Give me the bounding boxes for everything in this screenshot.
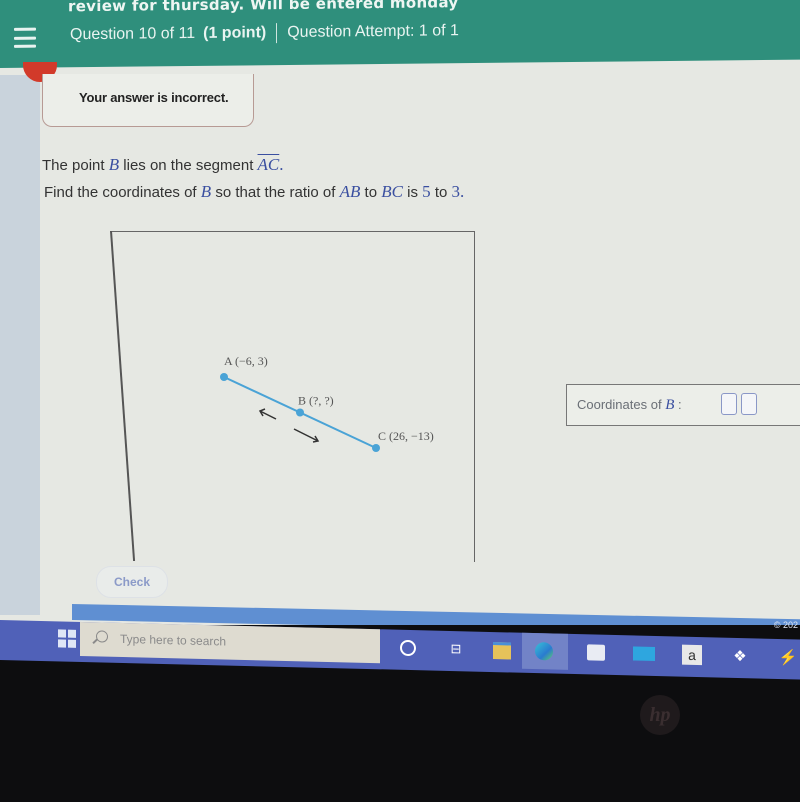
amazon-icon[interactable]: a	[680, 643, 704, 668]
arrow-down-right-icon	[293, 428, 320, 443]
question-text: The point B lies on the segment AC. Find…	[42, 152, 464, 206]
ratio-first: 5	[422, 182, 431, 201]
period: .	[279, 155, 284, 174]
dropbox-icon[interactable]: ❖	[728, 644, 752, 669]
point-c-label: C (26, −13)	[378, 429, 434, 443]
question-position: Question 10 of 11	[70, 24, 196, 44]
assignment-header: review for thursday. Will be entered mon…	[0, 0, 800, 68]
segment-bc: BC	[381, 182, 403, 201]
point-c-marker	[372, 444, 380, 452]
segment-ac: AC	[257, 155, 280, 174]
search-icon	[96, 630, 108, 643]
text: Find the coordinates of	[44, 184, 197, 201]
question-line-2: Find the coordinates of B so that the ra…	[44, 179, 464, 206]
y-coordinate-input[interactable]	[741, 393, 757, 415]
windows-start-icon[interactable]	[58, 629, 76, 648]
search-placeholder: Type here to search	[120, 631, 227, 649]
divider	[276, 23, 278, 44]
store-icon[interactable]	[584, 640, 608, 665]
text: Coordinates of	[577, 397, 662, 412]
left-edge-strip	[0, 75, 40, 615]
assignment-title: review for thursday. Will be entered mon…	[68, 0, 459, 16]
point-b-label: B (?, ?)	[298, 394, 334, 408]
check-button[interactable]: Check	[96, 566, 168, 598]
text: to	[434, 184, 448, 201]
colon: :	[677, 397, 682, 412]
question-points: (1 point)	[203, 24, 267, 42]
text: to	[364, 184, 378, 201]
point-b: B	[200, 182, 212, 201]
answer-label: Coordinates of B :	[577, 397, 682, 414]
point-b: B	[108, 155, 120, 174]
feedback-message: Your answer is incorrect.	[79, 90, 229, 105]
question-line-1: The point B lies on the segment AC.	[42, 152, 464, 179]
text: lies on the segment	[123, 157, 254, 174]
ratio-second: 3	[451, 182, 461, 201]
hamburger-menu-icon[interactable]	[14, 27, 36, 48]
period: .	[460, 182, 465, 201]
screen: review for thursday. Will be entered mon…	[0, 0, 800, 625]
question-info: Question 10 of 11 (1 point) Question Att…	[70, 21, 459, 45]
taskbar-search-field[interactable]: Type here to search	[80, 621, 380, 664]
hp-logo: hp	[640, 695, 680, 735]
app-icon[interactable]: ⚡	[776, 645, 800, 670]
point-b: B	[665, 397, 675, 413]
point-a-label: A (−6, 3)	[224, 354, 268, 368]
mail-icon[interactable]	[632, 641, 656, 666]
arrow-up-left-icon	[258, 408, 277, 420]
answer-box: Coordinates of B :	[566, 384, 800, 426]
point-a-marker	[220, 373, 228, 381]
segment-ab: AB	[339, 182, 361, 201]
point-b-marker[interactable]	[296, 408, 304, 417]
amazon-letter: a	[682, 644, 702, 666]
windows-taskbar: Type here to search ⊟ a ❖ ⚡	[0, 620, 800, 681]
text: The point	[42, 157, 105, 174]
attempt-label: Question Attempt: 1 of 1	[287, 22, 459, 41]
text: so that the ratio of	[215, 184, 336, 201]
task-view-icon[interactable]: ⊟	[444, 637, 468, 662]
cortana-icon[interactable]	[396, 636, 420, 661]
copyright-text: © 202	[773, 620, 798, 630]
feedback-box: Your answer is incorrect.	[42, 74, 254, 127]
text: is	[407, 184, 418, 201]
segment-diagram: A (−6, 3) B (?, ?) C (26, −13)	[220, 354, 434, 452]
edge-icon[interactable]	[532, 639, 556, 664]
browser-bottom-bar	[72, 604, 800, 625]
file-explorer-icon[interactable]	[490, 638, 514, 663]
x-coordinate-input[interactable]	[721, 393, 737, 415]
